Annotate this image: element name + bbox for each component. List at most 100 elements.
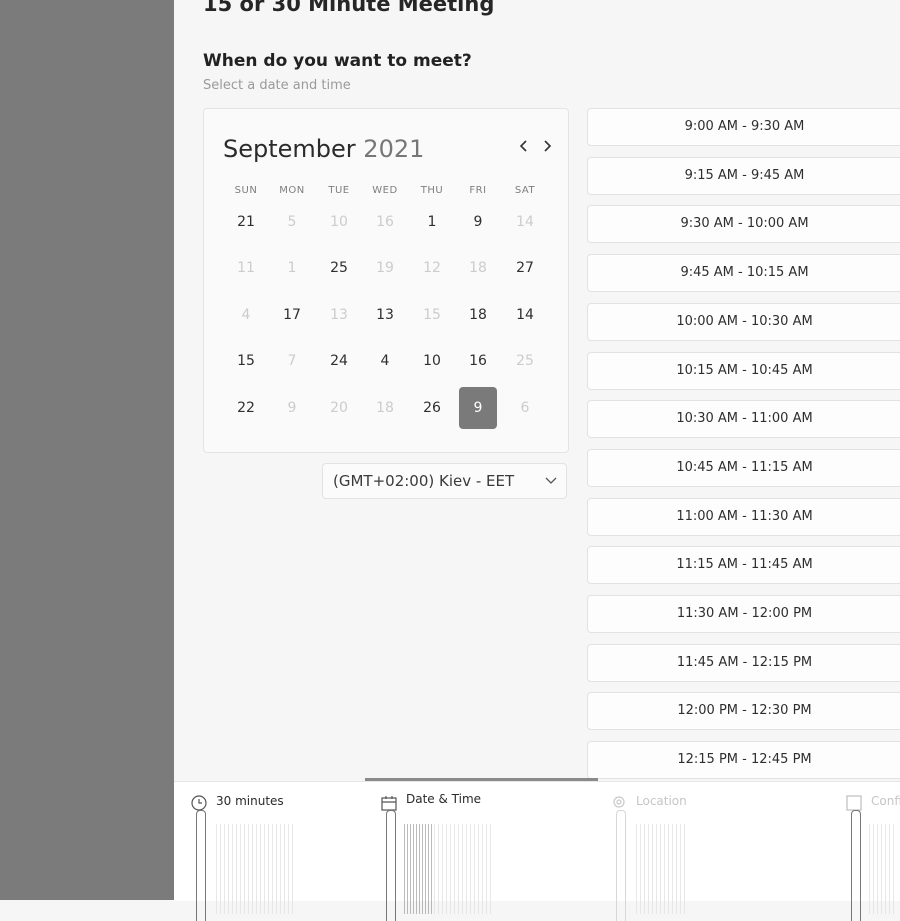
calendar-day: 5 bbox=[287, 214, 297, 230]
time-slot-button[interactable]: 11:45 AM - 12:15 PM bbox=[587, 643, 900, 682]
calendar-day[interactable]: 14 bbox=[506, 294, 544, 336]
time-slot-button[interactable]: 11:30 AM - 12:00 PM bbox=[587, 595, 900, 633]
weekday-header: MON bbox=[279, 185, 305, 196]
calendar-day: 14 bbox=[516, 214, 534, 230]
calendar-day[interactable]: 1 bbox=[413, 201, 451, 243]
calendar-day: 12 bbox=[423, 260, 441, 276]
calendar-day: 20 bbox=[330, 400, 348, 416]
time-slot-label: 9:00 AM - 9:30 AM bbox=[684, 119, 805, 134]
time-slot-label: 9:45 AM - 10:15 AM bbox=[680, 265, 809, 281]
step-connector bbox=[196, 810, 206, 921]
calendar-day: 11 bbox=[237, 260, 255, 276]
booking-steps-bar: 30 minutes Date & Time Location Confi bbox=[174, 778, 900, 921]
left-rail bbox=[0, 0, 174, 900]
section-subtitle: Select a date and time bbox=[203, 78, 351, 93]
step-label-confirm: Confi bbox=[871, 794, 900, 808]
calendar-day: 18 bbox=[376, 400, 394, 416]
calendar-month-year: September 2021 bbox=[223, 135, 424, 163]
time-slot-label: 12:15 PM - 12:45 PM bbox=[677, 752, 812, 768]
time-slot-button[interactable]: 9:15 AM - 9:45 AM bbox=[587, 156, 900, 195]
selected-date[interactable]: 9 bbox=[459, 387, 497, 429]
step-shadow bbox=[216, 824, 296, 914]
booking-panel: 15 or 30 Minute Meeting When do you want… bbox=[174, 0, 900, 921]
time-slot-button[interactable]: 9:00 AM - 9:30 AM bbox=[587, 108, 900, 146]
step-shadow bbox=[869, 824, 897, 914]
calendar-day[interactable]: 24 bbox=[320, 340, 358, 382]
weekday-header: SAT bbox=[514, 185, 536, 196]
calendar-day[interactable]: 13 bbox=[366, 294, 404, 336]
step-label-location: Location bbox=[636, 794, 687, 808]
time-slot-label: 9:15 AM - 9:45 AM bbox=[684, 167, 805, 183]
calendar-day[interactable]: 9 bbox=[459, 201, 497, 243]
step-shadow bbox=[636, 824, 686, 914]
time-slot-label: 11:00 AM - 11:30 AM bbox=[676, 508, 813, 524]
weekday-header: TUE bbox=[328, 185, 350, 196]
weekday-header: WED bbox=[372, 185, 398, 196]
time-slot-button[interactable]: 10:30 AM - 11:00 AM bbox=[587, 400, 900, 439]
time-slot-button[interactable]: 10:45 AM - 11:15 AM bbox=[587, 448, 900, 487]
calendar-day[interactable]: 18 bbox=[459, 294, 497, 336]
step-progress-indicator bbox=[365, 778, 598, 781]
step-shadow bbox=[404, 824, 432, 914]
timezone-select[interactable]: (GMT+02:00) Kiev - EET bbox=[322, 463, 567, 499]
weekday-header: SUN bbox=[234, 185, 258, 196]
time-slot-button[interactable]: 11:15 AM - 11:45 AM bbox=[587, 546, 900, 585]
calendar-day: 1 bbox=[287, 260, 297, 276]
chevron-left-icon bbox=[519, 140, 527, 152]
step-connector bbox=[851, 810, 861, 921]
weekday-header: FRI bbox=[469, 185, 487, 196]
chevron-right-icon bbox=[544, 140, 552, 152]
time-slot-label: 9:30 AM - 10:00 AM bbox=[680, 216, 809, 232]
time-slot-button[interactable]: 10:15 AM - 10:45 AM bbox=[587, 351, 900, 390]
calendar-day[interactable]: 26 bbox=[413, 387, 451, 429]
calendar-month: September bbox=[223, 135, 356, 163]
calendar-day: 18 bbox=[469, 260, 487, 276]
calendar-day[interactable]: 15 bbox=[227, 340, 265, 382]
chevron-down-icon bbox=[545, 477, 557, 484]
calendar-day: 9 bbox=[287, 400, 297, 416]
step-shadow bbox=[434, 824, 494, 914]
calendar-day: 6 bbox=[520, 400, 530, 416]
weekday-header: THU bbox=[420, 185, 444, 196]
calendar-day: 19 bbox=[376, 260, 394, 276]
calendar-day[interactable]: 16 bbox=[459, 340, 497, 382]
time-slot-label: 10:30 AM - 11:00 AM bbox=[676, 411, 813, 427]
time-slot-button[interactable]: 10:00 AM - 10:30 AM bbox=[587, 302, 900, 341]
time-slot-label: 10:00 AM - 10:30 AM bbox=[676, 313, 813, 329]
time-slot-button[interactable]: 9:45 AM - 10:15 AM bbox=[587, 254, 900, 293]
time-slot-label: 11:15 AM - 11:45 AM bbox=[676, 557, 813, 573]
calendar-day: 4 bbox=[241, 307, 251, 323]
calendar-day: 15 bbox=[423, 307, 441, 323]
calendar-day[interactable]: 25 bbox=[320, 247, 358, 289]
calendar-day[interactable]: 4 bbox=[366, 340, 404, 382]
calendar-day: 7 bbox=[287, 353, 297, 369]
time-slot-label: 10:45 AM - 11:15 AM bbox=[676, 459, 813, 475]
step-connector bbox=[616, 810, 626, 921]
previous-month-button[interactable] bbox=[514, 137, 534, 158]
next-month-button[interactable] bbox=[537, 137, 557, 158]
calendar-day: 10 bbox=[330, 214, 348, 230]
time-slot-label: 12:00 PM - 12:30 PM bbox=[677, 703, 812, 719]
date-picker-calendar: September 2021 SUN MON TUE WED THU FRI SAT 21 5 1… bbox=[203, 108, 569, 453]
step-label-duration: 30 minutes bbox=[216, 794, 284, 808]
time-slot-button[interactable]: 9:30 AM - 10:00 AM bbox=[587, 205, 900, 244]
step-label-date-time: Date & Time bbox=[406, 792, 482, 806]
timezone-value: (GMT+02:00) Kiev - EET bbox=[333, 472, 515, 490]
time-slot-button[interactable]: 12:00 PM - 12:30 PM bbox=[587, 692, 900, 731]
calendar-year: 2021 bbox=[363, 135, 425, 163]
page-title: 15 or 30 Minute Meeting bbox=[203, 0, 495, 16]
time-slot-button[interactable]: 11:00 AM - 11:30 AM bbox=[587, 497, 900, 536]
calendar-day[interactable]: 10 bbox=[413, 340, 451, 382]
calendar-day[interactable]: 17 bbox=[273, 294, 311, 336]
step-connector bbox=[386, 810, 396, 921]
calendar-day[interactable]: 22 bbox=[227, 387, 265, 429]
time-slot-label: 10:15 AM - 10:45 AM bbox=[676, 362, 813, 378]
time-slot-label: 11:30 AM - 12:00 PM bbox=[676, 606, 813, 621]
section-title: When do you want to meet? bbox=[203, 51, 472, 71]
calendar-day: 25 bbox=[516, 353, 534, 369]
calendar-day[interactable]: 27 bbox=[506, 247, 544, 289]
calendar-day: 13 bbox=[330, 307, 348, 323]
calendar-day[interactable]: 21 bbox=[227, 201, 265, 243]
time-slot-label: 11:45 AM - 12:15 PM bbox=[676, 654, 813, 670]
time-slot-button[interactable]: 12:15 PM - 12:45 PM bbox=[587, 741, 900, 780]
